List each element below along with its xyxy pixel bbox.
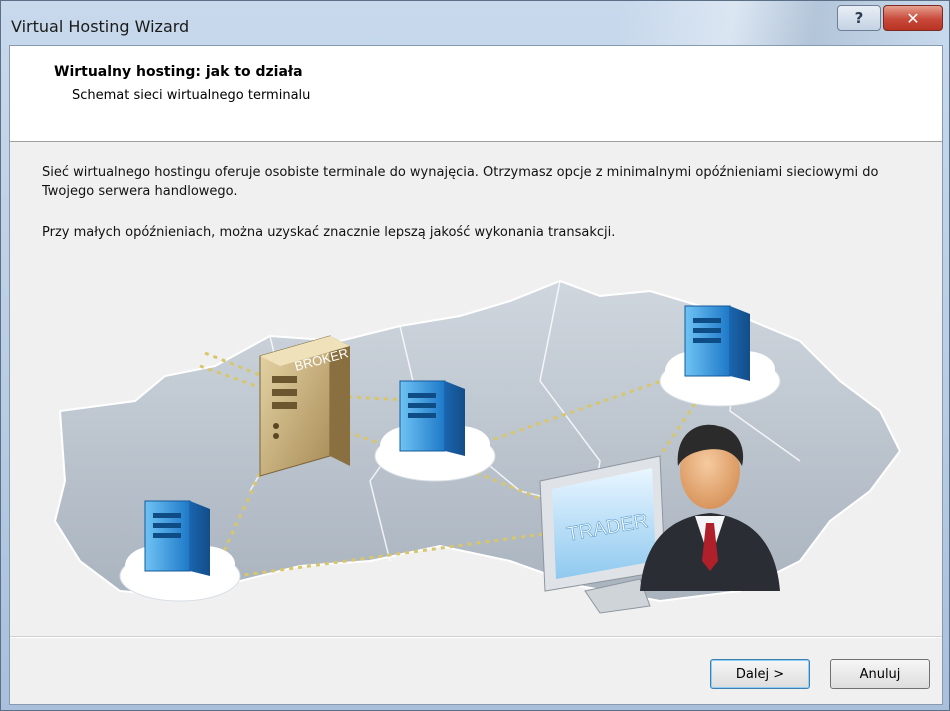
close-button[interactable]: ✕	[883, 5, 943, 31]
next-button[interactable]: Dalej >	[710, 659, 810, 689]
latency-paragraph: Przy małych opóźnieniach, można uzyskać …	[42, 225, 616, 240]
wizard-window: Virtual Hosting Wizard ? ✕ Wirtualny hos…	[0, 0, 950, 711]
footer-divider	[10, 636, 942, 638]
help-icon: ?	[854, 9, 864, 27]
window-title: Virtual Hosting Wizard	[11, 17, 190, 36]
close-icon: ✕	[906, 8, 920, 28]
wizard-client-area: Wirtualny hosting: jak to działa Schemat…	[9, 45, 943, 705]
cancel-button[interactable]: Anuluj	[830, 659, 930, 689]
wizard-header: Wirtualny hosting: jak to działa Schemat…	[10, 46, 942, 142]
page-title: Wirtualny hosting: jak to działa	[54, 64, 303, 80]
intro-paragraph: Sieć wirtualnego hostingu oferuje osobis…	[42, 165, 879, 199]
help-button[interactable]: ?	[837, 5, 881, 31]
title-bar[interactable]: Virtual Hosting Wizard ? ✕	[1, 1, 949, 45]
page-subtitle: Schemat sieci wirtualnego terminalu	[72, 88, 311, 103]
network-diagram: BROKER TRADER	[53, 279, 902, 614]
broker-server: BROKER	[259, 335, 350, 477]
